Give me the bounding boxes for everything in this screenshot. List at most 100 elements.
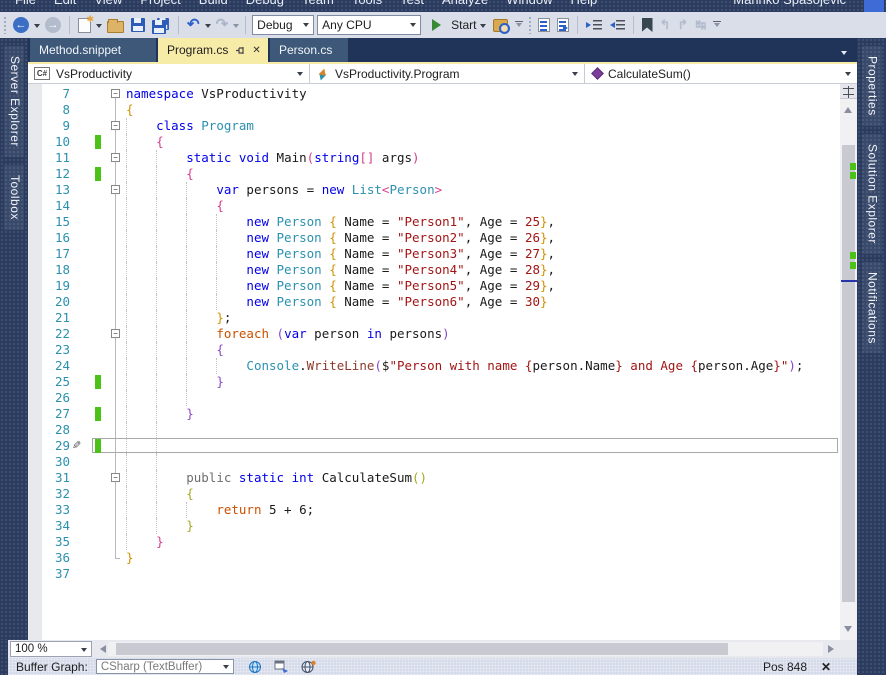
start-debugging-button[interactable]: Start (430, 14, 487, 36)
attach-to-process-button[interactable] (491, 14, 510, 36)
code-line-20[interactable]: 20 new Person { Name = "Person6", Age = … (28, 294, 840, 310)
code-line-27[interactable]: 27 } (28, 406, 840, 422)
undo-button[interactable]: ↶ (185, 14, 202, 36)
code-line-21[interactable]: 21 }; (28, 310, 840, 326)
next-bookmark-button[interactable]: ↱ (675, 14, 690, 36)
new-item-dropdown[interactable] (96, 23, 102, 31)
menu-team[interactable]: Team (293, 0, 343, 10)
code-line-34[interactable]: 34 } (28, 518, 840, 534)
solution-configurations-dropdown[interactable]: Debug (252, 15, 315, 35)
dock-tab-notifications[interactable]: Notifications (861, 261, 882, 354)
code-line-17[interactable]: 17 new Person { Name = "Person3", Age = … (28, 246, 840, 262)
unindent-button[interactable] (607, 14, 627, 36)
code-line-28[interactable]: 28 (28, 422, 840, 438)
zoom-level-dropdown[interactable]: 100 % (10, 641, 92, 657)
globe-icon[interactable] (248, 660, 262, 674)
vertical-scrollbar[interactable] (840, 84, 857, 640)
dock-tab-solution-explorer[interactable]: Solution Explorer (861, 133, 882, 254)
member-dropdown[interactable]: CalculateSum() (585, 64, 857, 83)
code-line-7[interactable]: 7− namespace VsProductivity (28, 86, 840, 102)
dock-tab-toolbox[interactable]: Toolbox (4, 164, 24, 230)
code-line-33[interactable]: 33 return 5 + 6; (28, 502, 840, 518)
scroll-down-arrow[interactable] (844, 626, 852, 636)
toolbar-overflow-button[interactable] (713, 20, 722, 30)
save-button[interactable] (129, 14, 147, 36)
dock-tab-server-explorer[interactable]: Server Explorer (4, 46, 24, 157)
project-dropdown[interactable]: C# VsProductivity (28, 64, 310, 83)
horizontal-scroll-track[interactable] (108, 642, 823, 656)
code-line-35[interactable]: 35 } (28, 534, 840, 550)
code-line-12[interactable]: 12 { (28, 166, 840, 182)
code-line-29[interactable]: 29 ✎ (28, 438, 840, 454)
editor-tool-button-1[interactable] (536, 14, 552, 36)
dock-tab-properties[interactable]: Properties (861, 46, 882, 126)
toggle-bookmark-button[interactable] (640, 14, 655, 36)
menu-file[interactable]: File (6, 0, 45, 10)
pin-icon[interactable] (235, 45, 246, 56)
save-all-button[interactable] (150, 14, 172, 36)
buffer-graph-dropdown[interactable]: CSharp (TextBuffer) (95, 659, 234, 674)
menu-edit[interactable]: Edit (45, 0, 85, 10)
vertical-scroll-thumb[interactable] (842, 145, 855, 602)
scroll-left-arrow[interactable] (96, 645, 106, 653)
horizontal-scroll-thumb[interactable] (116, 643, 728, 655)
code-line-25[interactable]: 25 } (28, 374, 840, 390)
clear-bookmarks-button[interactable]: ↹ (693, 14, 708, 36)
toolbar-overflow-button[interactable] (514, 20, 523, 30)
navigate-backward-dropdown[interactable] (34, 23, 40, 31)
new-item-button[interactable]: ✱ (76, 14, 94, 36)
close-icon[interactable]: ✕ (252, 45, 260, 56)
collapse-region-button[interactable]: − (111, 153, 120, 162)
code-line-23[interactable]: 23 { (28, 342, 840, 358)
code-line-26[interactable]: 26 (28, 390, 840, 406)
signed-in-user[interactable]: Marinko Spasojevic (733, 0, 846, 10)
collapse-region-button[interactable]: − (111, 185, 120, 194)
code-line-19[interactable]: 19 new Person { Name = "Person5", Age = … (28, 278, 840, 294)
collapse-region-button[interactable]: − (111, 473, 120, 482)
menu-project[interactable]: Project (131, 0, 189, 10)
scroll-right-arrow[interactable] (828, 645, 838, 653)
tab-method-snippet[interactable]: Method.snippet (30, 38, 156, 62)
tab-person-cs[interactable]: Person.cs (270, 38, 348, 62)
window-arrow-icon[interactable] (274, 660, 289, 674)
code-line-37[interactable]: 37 (28, 566, 840, 582)
code-line-13[interactable]: 13− var persons = new List<Person> (28, 182, 840, 198)
globe-dot-icon[interactable] (301, 660, 316, 674)
close-icon[interactable]: ✕ (821, 660, 831, 674)
code-line-30[interactable]: 30 (28, 454, 840, 470)
feedback-icon[interactable] (864, 0, 884, 12)
solution-platforms-dropdown[interactable]: Any CPU (317, 15, 422, 35)
code-line-11[interactable]: 11− static void Main(string[] args) (28, 150, 840, 166)
tab-list-dropdown[interactable] (841, 51, 847, 58)
menu-analyze[interactable]: Analyze (433, 0, 497, 10)
toolbar-drag-handle[interactable] (3, 16, 8, 34)
toolbar-drag-handle[interactable] (527, 16, 533, 34)
undo-dropdown[interactable] (204, 23, 211, 31)
code-line-32[interactable]: 32 { (28, 486, 840, 502)
open-file-button[interactable] (105, 14, 126, 36)
code-line-24[interactable]: 24 Console.WriteLine($"Person with name … (28, 358, 840, 374)
menu-build[interactable]: Build (190, 0, 237, 10)
redo-dropdown[interactable] (233, 23, 240, 31)
navigate-forward-button[interactable]: → (43, 14, 63, 36)
split-editor-handle[interactable] (840, 84, 857, 99)
previous-bookmark-button[interactable]: ↰ (658, 14, 673, 36)
menu-test[interactable]: Test (391, 0, 433, 10)
menu-tools[interactable]: Tools (343, 0, 391, 10)
code-line-18[interactable]: 18 new Person { Name = "Person4", Age = … (28, 262, 840, 278)
code-line-10[interactable]: 10 { (28, 134, 840, 150)
code-line-31[interactable]: 31− public static int CalculateSum() (28, 470, 840, 486)
menu-window[interactable]: Window (497, 0, 561, 10)
tab-program-cs[interactable]: Program.cs ✕ (158, 38, 268, 62)
collapse-region-button[interactable]: − (111, 89, 120, 98)
code-editor[interactable]: 7− namespace VsProductivity 8{9− class Pro… (28, 84, 840, 640)
code-line-14[interactable]: 14 { (28, 198, 840, 214)
menu-help[interactable]: Help (562, 0, 607, 10)
code-line-36[interactable]: 36} (28, 550, 840, 566)
menu-debug[interactable]: Debug (237, 0, 293, 10)
code-line-8[interactable]: 8{ (28, 102, 840, 118)
editor-tool-button-2[interactable] (555, 14, 571, 36)
indent-button[interactable] (584, 14, 604, 36)
navigate-backward-button[interactable]: ← (11, 14, 31, 36)
collapse-region-button[interactable]: − (111, 121, 120, 130)
